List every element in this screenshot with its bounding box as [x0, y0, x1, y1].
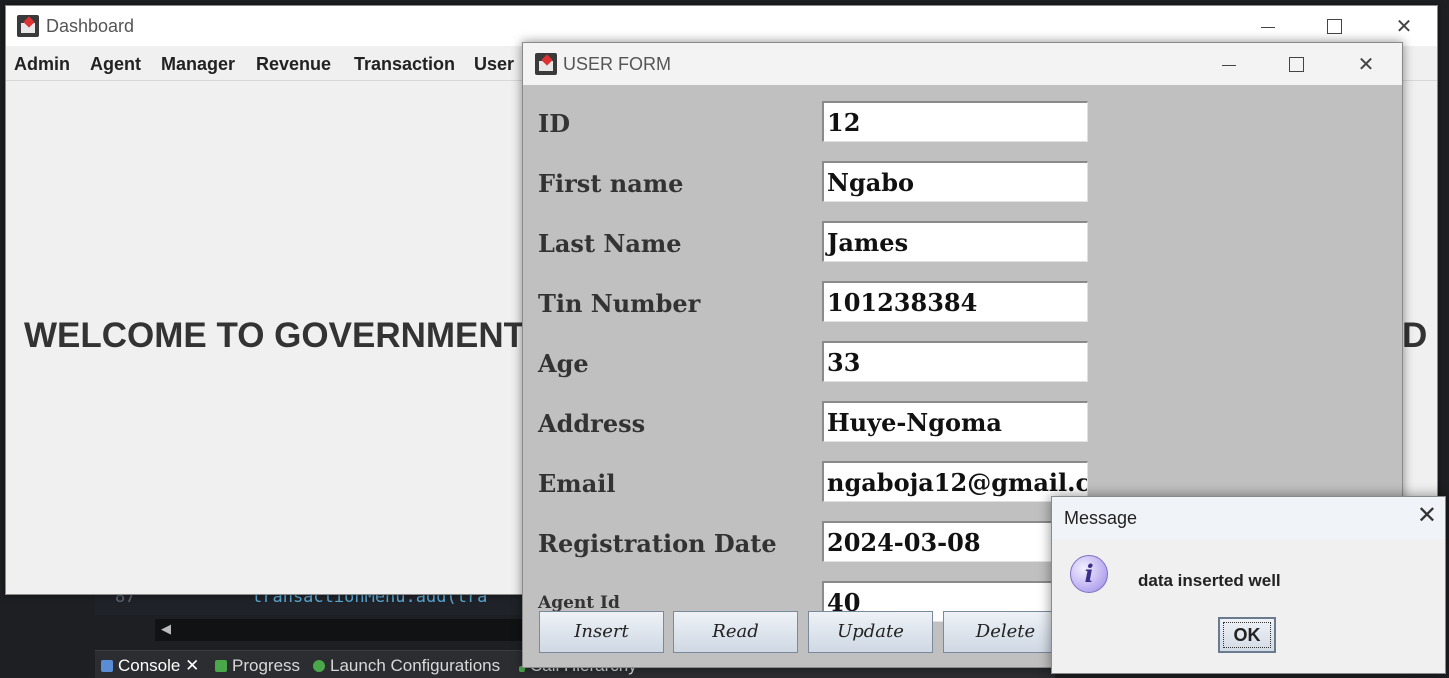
welcome-heading-end: D: [1402, 316, 1428, 355]
tab-progress[interactable]: Progress: [215, 656, 300, 676]
address-field[interactable]: Huye-Ngoma: [822, 401, 1088, 442]
tab-launch-configurations[interactable]: Launch Configurations: [313, 656, 500, 676]
email-field[interactable]: ngaboja12@gmail.com: [822, 461, 1088, 502]
label-agent-id: Agent Id: [538, 593, 620, 613]
maximize-icon: [1288, 57, 1304, 72]
read-button[interactable]: Read: [673, 611, 798, 653]
launch-icon: [313, 660, 325, 672]
first-name-field[interactable]: Ngabo: [822, 161, 1088, 202]
last-name-field[interactable]: James: [822, 221, 1088, 262]
tin-number-field[interactable]: 101238384: [822, 281, 1088, 322]
label-id: ID: [538, 109, 571, 138]
update-button[interactable]: Update: [808, 611, 933, 653]
close-icon[interactable]: ✕: [1417, 501, 1437, 529]
welcome-heading: WELCOME TO GOVERNMENT: [24, 316, 526, 355]
minimize-icon: [1222, 65, 1236, 66]
info-icon: i: [1070, 555, 1108, 593]
minimize-icon: [1261, 27, 1275, 28]
id-field[interactable]: 12: [822, 101, 1088, 142]
close-button[interactable]: ✕: [1381, 6, 1427, 46]
menu-transaction[interactable]: Transaction: [354, 54, 455, 75]
maximize-button[interactable]: [1273, 44, 1319, 84]
menu-revenue[interactable]: Revenue: [256, 54, 331, 75]
java-app-icon: [17, 15, 39, 37]
message-titlebar[interactable]: Message ✕: [1052, 497, 1445, 539]
message-dialog: Message ✕ i data inserted well OK: [1051, 496, 1446, 674]
menu-manager[interactable]: Manager: [161, 54, 235, 75]
minimize-button[interactable]: [1206, 44, 1252, 84]
progress-icon: [215, 660, 227, 672]
age-field[interactable]: 33: [822, 341, 1088, 382]
maximize-icon: [1326, 19, 1342, 34]
registration-date-field[interactable]: 2024-03-08: [822, 521, 1088, 562]
label-age: Age: [538, 349, 589, 378]
message-text: data inserted well: [1138, 571, 1281, 590]
dialog-title: Message: [1064, 508, 1138, 528]
java-app-icon: [535, 53, 557, 75]
maximize-button[interactable]: [1311, 6, 1357, 46]
window-title: USER FORM: [563, 54, 671, 74]
ok-button[interactable]: OK: [1218, 617, 1276, 653]
minimize-button[interactable]: [1245, 6, 1291, 46]
close-button[interactable]: ✕: [1343, 44, 1389, 84]
label-tin-number: Tin Number: [538, 289, 701, 318]
label-last-name: Last Name: [538, 229, 682, 258]
menu-user[interactable]: User: [474, 54, 514, 75]
label-first-name: First name: [538, 169, 684, 198]
scroll-left-icon[interactable]: ◀: [161, 622, 171, 637]
console-icon: [101, 660, 113, 672]
window-title: Dashboard: [46, 16, 135, 36]
user-form-titlebar[interactable]: USER FORM ✕: [523, 43, 1402, 85]
menu-admin[interactable]: Admin: [14, 54, 70, 75]
dashboard-titlebar[interactable]: Dashboard ✕: [6, 6, 1437, 46]
label-email: Email: [538, 469, 616, 498]
menu-agent[interactable]: Agent: [90, 54, 141, 75]
label-registration-date: Registration Date: [538, 529, 777, 558]
label-address: Address: [538, 409, 646, 438]
delete-button[interactable]: Delete: [943, 611, 1068, 653]
insert-button[interactable]: Insert: [539, 611, 664, 653]
tab-console[interactable]: Console ✕: [101, 656, 199, 676]
